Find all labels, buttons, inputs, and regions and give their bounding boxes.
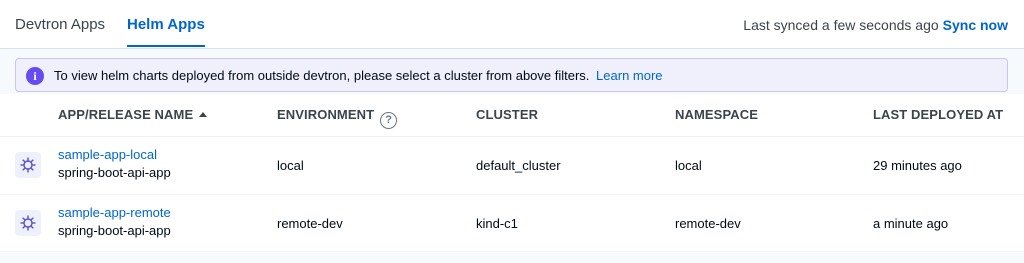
app-tab-bar: Devtron Apps Helm Apps Last synced a few… [0,0,1024,49]
table-row[interactable]: sample-app-local spring-boot-api-app loc… [0,136,1024,194]
sync-status: Last synced a few seconds ago Sync now [743,17,1008,34]
cell-last-deployed: 29 minutes ago [873,158,962,173]
column-header-last-deployed: LAST DEPLOYED AT [873,107,1004,122]
sort-ascending-icon[interactable] [199,112,208,117]
column-header-cluster: CLUSTER [476,107,539,122]
info-banner-message: To view helm charts deployed from outsid… [54,68,590,83]
cell-cluster: default_cluster [476,158,561,173]
app-name-link[interactable]: sample-app-local [58,147,157,163]
learn-more-link[interactable]: Learn more [596,68,662,83]
tab-helm-apps[interactable]: Helm Apps [127,16,205,34]
column-header-namespace: NAMESPACE [675,107,759,122]
column-header-environment: ENVIRONMENT? [277,107,398,129]
table-row[interactable]: sample-app-remote spring-boot-api-app re… [0,194,1024,252]
table-footer-area [0,253,1024,263]
helm-chart-icon [15,210,41,236]
tab-devtron-apps[interactable]: Devtron Apps [15,16,105,34]
column-header-environment-label: ENVIRONMENT [277,107,375,122]
sync-status-text: Last synced a few seconds ago [743,17,939,33]
cell-environment: remote-dev [277,216,343,231]
chart-name: spring-boot-api-app [58,223,171,238]
info-icon: i [26,67,44,85]
chart-name: spring-boot-api-app [58,165,171,180]
cell-namespace: remote-dev [675,216,741,231]
app-name-link[interactable]: sample-app-remote [58,205,171,221]
cell-environment: local [277,158,304,173]
cell-last-deployed: a minute ago [873,216,949,231]
helm-chart-icon [15,152,41,178]
table-header: APP/RELEASE NAME ENVIRONMENT? CLUSTER NA… [0,94,1024,136]
help-icon[interactable]: ? [380,112,398,129]
column-header-app-label: APP/RELEASE NAME [58,107,194,122]
helm-apps-table: APP/RELEASE NAME ENVIRONMENT? CLUSTER NA… [0,94,1024,263]
cell-cluster: kind-c1 [476,216,518,231]
cell-namespace: local [675,158,702,173]
info-banner: i To view helm charts deployed from outs… [15,58,1008,92]
helm-apps-page: Devtron Apps Helm Apps Last synced a few… [0,0,1024,263]
active-tab-indicator [127,45,205,47]
column-header-app[interactable]: APP/RELEASE NAME [58,107,208,123]
info-banner-text: To view helm charts deployed from outsid… [54,68,663,84]
sync-now-button[interactable]: Sync now [943,17,1008,33]
